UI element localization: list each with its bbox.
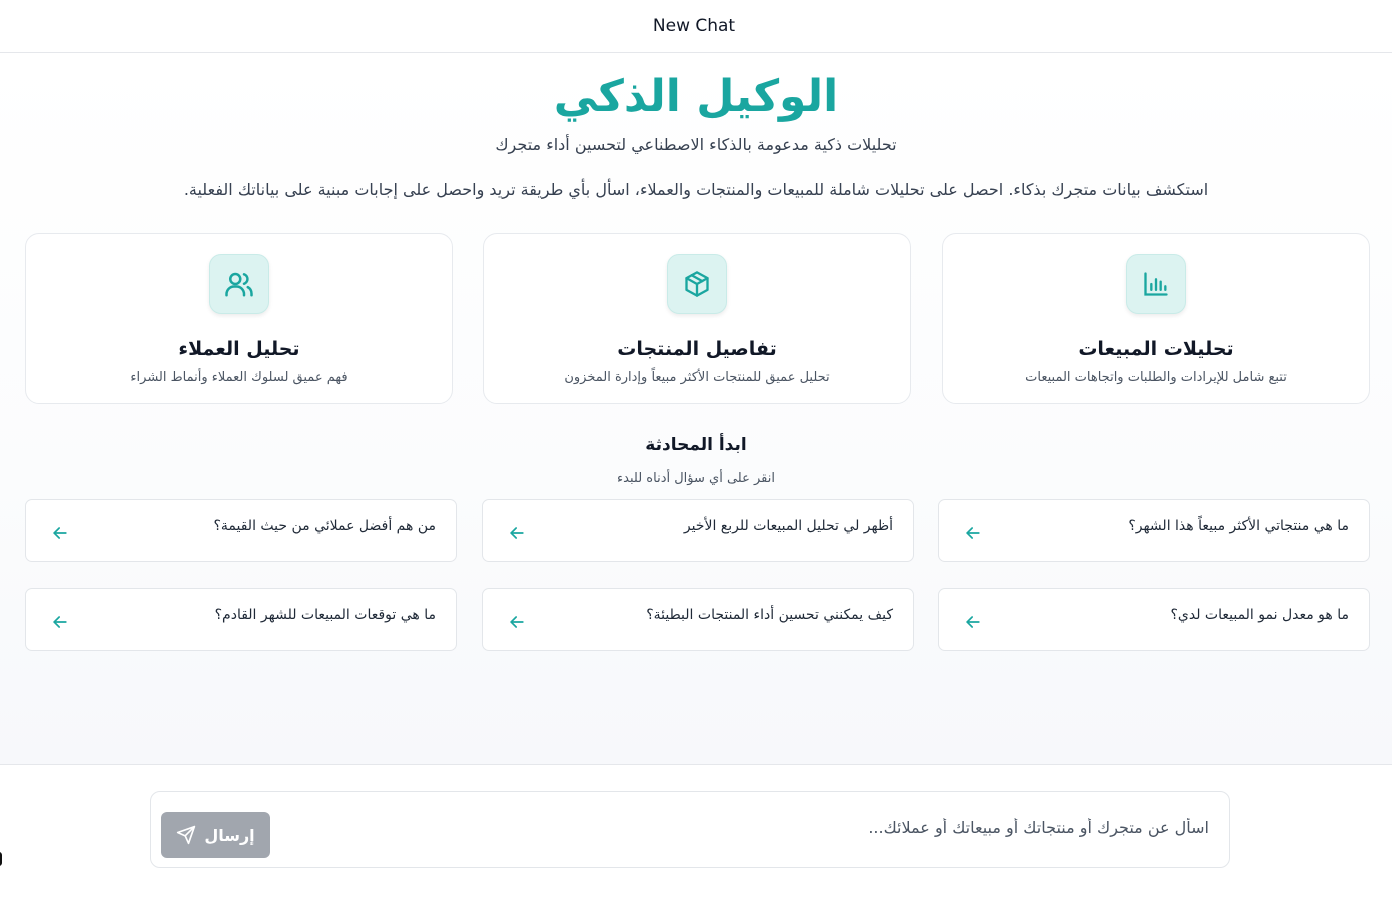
feature-card-products: تفاصيل المنتجات تحليل عميق للمنتجات الأك… [483,233,911,404]
top-bar: New Chat [0,0,1392,53]
edge-indicator [0,852,2,866]
question-text: من هم أفضل عملائي من حيث القيمة؟ [213,518,436,534]
suggested-question[interactable]: ما هي توقعات المبيعات للشهر القادم؟ [25,588,457,651]
suggested-question[interactable]: ما هو معدل نمو المبيعات لدي؟ [938,588,1370,651]
arrow-left-icon [510,527,524,539]
box-icon [667,254,727,314]
arrow-left-icon [966,527,980,539]
feature-title: تفاصيل المنتجات [617,338,777,360]
arrow-left-icon [53,616,67,628]
suggested-question[interactable]: كيف يمكنني تحسين أداء المنتجات البطيئة؟ [482,588,914,651]
send-button[interactable]: إرسال [161,812,270,858]
hero-title: الوكيل الذكي [553,71,839,122]
question-text: كيف يمكنني تحسين أداء المنتجات البطيئة؟ [646,607,893,623]
intro-text: استكشف بيانات متجرك بذكاء. احصل على تحلي… [183,180,1209,199]
message-composer: إرسال [150,791,1230,868]
hero-subtitle: تحليلات ذكية مدعومة بالذكاء الاصطناعي لت… [495,135,897,154]
send-label: إرسال [204,825,255,845]
main-content: الوكيل الذكي تحليلات ذكية مدعومة بالذكاء… [0,53,1392,765]
feature-desc: فهم عميق لسلوك العملاء وأنماط الشراء [130,370,348,385]
arrow-left-icon [53,527,67,539]
message-input[interactable] [389,812,1209,842]
feature-card-sales: تحليلات المبيعات تتبع شامل للإيرادات وال… [942,233,1370,404]
question-text: ما هو معدل نمو المبيعات لدي؟ [1170,607,1349,623]
users-icon [209,254,269,314]
arrow-left-icon [966,616,980,628]
start-subtitle: انقر على أي سؤال أدناه للبدء [617,471,775,486]
suggested-question[interactable]: من هم أفضل عملائي من حيث القيمة؟ [25,499,457,562]
bar-chart-icon [1126,254,1186,314]
feature-title: تحليل العملاء [178,338,300,360]
arrow-left-icon [510,616,524,628]
start-title: ابدأ المحادثة [645,435,747,455]
chat-title: New Chat [652,16,736,36]
feature-desc: تتبع شامل للإيرادات والطلبات واتجاهات ال… [1025,370,1287,385]
suggested-question[interactable]: ما هي منتجاتي الأكثر مبيعاً هذا الشهر؟ [938,499,1370,562]
feature-card-customers: تحليل العملاء فهم عميق لسلوك العملاء وأن… [25,233,453,404]
question-text: ما هي منتجاتي الأكثر مبيعاً هذا الشهر؟ [1128,518,1349,534]
feature-title: تحليلات المبيعات [1078,338,1234,360]
suggested-question[interactable]: أظهر لي تحليل المبيعات للربع الأخير [482,499,914,562]
question-text: ما هي توقعات المبيعات للشهر القادم؟ [214,607,436,623]
feature-desc: تحليل عميق للمنتجات الأكثر مبيعاً وإدارة… [564,370,830,385]
send-icon [177,825,196,845]
question-text: أظهر لي تحليل المبيعات للربع الأخير [683,518,893,534]
